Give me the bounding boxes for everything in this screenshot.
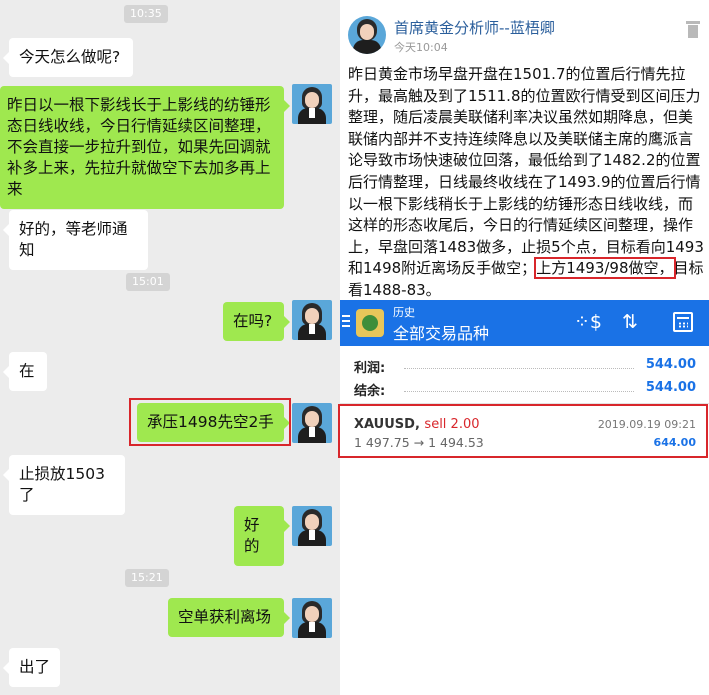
author-avatar[interactable] — [348, 16, 386, 54]
avatar[interactable] — [292, 84, 332, 124]
outgoing-message[interactable]: 空单获利离场 — [168, 598, 290, 637]
highlight-box — [129, 398, 291, 446]
avatar[interactable] — [292, 403, 332, 443]
profit-label: 利润: — [354, 361, 386, 376]
profit-value: 544.00 — [645, 357, 696, 372]
timestamp: 10:35 — [124, 5, 168, 23]
deal-highlight-box — [338, 404, 708, 458]
sort-icon[interactable]: ⇅ — [622, 310, 638, 334]
toolbar-title[interactable]: 全部交易品种 — [393, 320, 489, 344]
currency-filter-icon[interactable]: ⁘$ — [574, 310, 602, 334]
app-logo-icon — [356, 309, 384, 337]
post-time: 今天10:04 — [394, 41, 448, 54]
outgoing-message[interactable]: 在吗? — [223, 302, 290, 341]
post-body: 昨日黄金市场早盘开盘在1501.7的位置后行情先拉升，最高触及到了1511.8的… — [348, 64, 704, 302]
avatar[interactable] — [292, 300, 332, 340]
trash-icon[interactable] — [686, 21, 700, 38]
incoming-message[interactable]: 好的，等老师通知 — [3, 210, 148, 270]
timestamp: 15:01 — [126, 273, 170, 291]
balance-row: 结余: 544.00 — [354, 380, 696, 400]
avatar[interactable] — [292, 506, 332, 546]
toolbar-subtitle: 历史 — [393, 306, 415, 319]
incoming-message[interactable]: 在 — [3, 352, 47, 391]
post-highlight: 上方1493/98做空， — [534, 257, 676, 280]
incoming-message[interactable]: 出了 — [3, 648, 60, 687]
menu-icon[interactable] — [342, 315, 350, 329]
trading-history-panel: 历史 全部交易品种 ⁘$ ⇅ 利润: 544.00 结余: 544.00 XAU… — [338, 300, 709, 695]
avatar[interactable] — [292, 598, 332, 638]
chat-panel: 10:35 今天怎么做呢? 昨日以一根下影线长于上影线的纺锤形态日线收线，今日行… — [0, 0, 340, 695]
toolbar: 历史 全部交易品种 ⁘$ ⇅ — [340, 300, 709, 346]
outgoing-message[interactable]: 昨日以一根下影线长于上影线的纺锤形态日线收线，今日行情延续区间整理，不会直接一步… — [0, 86, 290, 209]
analyst-post: 首席黄金分析师--蓝梧卿 今天10:04 昨日黄金市场早盘开盘在1501.7的位… — [340, 0, 709, 300]
balance-value: 544.00 — [645, 380, 696, 395]
incoming-message[interactable]: 止损放1503了 — [3, 455, 125, 515]
author-name[interactable]: 首席黄金分析师--蓝梧卿 — [394, 17, 555, 38]
incoming-message[interactable]: 今天怎么做呢? — [3, 38, 133, 77]
profit-row: 利润: 544.00 — [354, 357, 696, 377]
calendar-icon[interactable] — [673, 312, 693, 332]
balance-label: 结余: — [354, 384, 386, 399]
outgoing-message[interactable]: 好的 — [234, 506, 290, 566]
post-text: 昨日黄金市场早盘开盘在1501.7的位置后行情先拉升，最高触及到了1511.8的… — [348, 65, 704, 278]
timestamp: 15:21 — [125, 569, 169, 587]
